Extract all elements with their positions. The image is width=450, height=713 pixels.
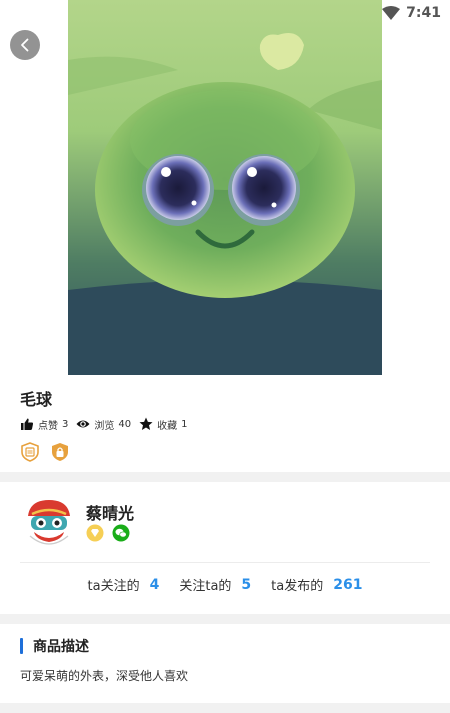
followers-stat[interactable]: 关注ta的 5 — [179, 575, 252, 595]
lock-shield-icon — [52, 443, 68, 461]
favorites-label: 收藏 — [157, 420, 178, 432]
likes-count: 3 — [62, 418, 69, 430]
product-badges — [20, 442, 70, 462]
seller-verification-icons — [86, 524, 130, 542]
description-heading: 商品描述 — [33, 639, 89, 655]
thumbs-up-icon — [21, 418, 34, 430]
seller-avatar[interactable] — [22, 494, 76, 552]
views-stat: 浏览 40 — [76, 417, 131, 432]
seller-name[interactable]: 蔡晴光 — [86, 500, 134, 524]
views-label: 浏览 — [94, 420, 115, 432]
status-time: 7:41 — [406, 5, 441, 21]
description-header: 商品描述 — [20, 636, 89, 656]
section-divider — [0, 703, 450, 713]
following-stat[interactable]: ta关注的 4 — [87, 575, 160, 595]
status-bar: 7:41 — [382, 0, 450, 26]
wifi-icon — [382, 6, 401, 20]
following-count: 4 — [149, 576, 160, 593]
likes-stat[interactable]: 点赞 3 — [20, 417, 68, 432]
fluffy-creature-illustration — [68, 0, 382, 375]
favorites-stat[interactable]: 收藏 1 — [139, 417, 187, 432]
wechat-icon — [112, 524, 130, 542]
likes-label: 点赞 — [38, 420, 58, 432]
appraisal-shield-icon — [21, 442, 39, 462]
verified-gem-icon — [86, 524, 104, 542]
follow-stats-row: ta关注的 4 关注ta的 5 ta发布的 261 — [20, 562, 430, 606]
favorites-count: 1 — [181, 418, 188, 430]
description-text: 可爱呆萌的外表，深受他人喜欢 — [20, 669, 189, 683]
section-divider — [0, 614, 450, 624]
product-title: 毛球 — [20, 390, 53, 409]
following-label: ta关注的 — [87, 579, 140, 594]
product-stats: 点赞 3 浏览 40 收藏 1 — [20, 415, 195, 433]
chevron-left-icon — [21, 38, 29, 52]
followers-label: 关注ta的 — [179, 579, 232, 594]
section-accent-bar — [20, 638, 23, 654]
back-button[interactable] — [10, 30, 40, 60]
posts-stat[interactable]: ta发布的 261 — [271, 575, 363, 595]
followers-count: 5 — [241, 576, 252, 593]
star-icon — [139, 417, 153, 430]
product-image[interactable] — [68, 0, 382, 375]
posts-label: ta发布的 — [271, 579, 324, 594]
eye-icon — [76, 420, 90, 428]
section-divider — [0, 472, 450, 482]
posts-count: 261 — [333, 576, 363, 593]
views-count: 40 — [118, 418, 132, 430]
